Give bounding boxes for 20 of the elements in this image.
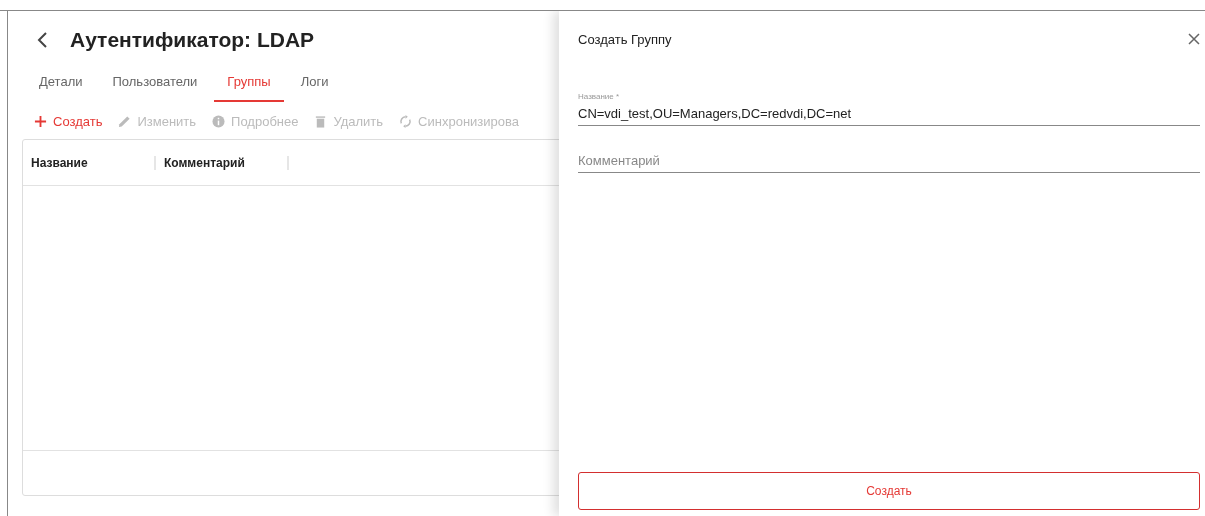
- field-label: Название *: [578, 92, 621, 101]
- toolbar-button[interactable]: Создать: [28, 108, 109, 135]
- tab[interactable]: Детали: [26, 68, 96, 102]
- tab[interactable]: Пользователи: [99, 68, 211, 102]
- info-icon: [212, 115, 226, 128]
- panel-title: Создать Группу: [578, 31, 672, 47]
- input-field[interactable]: Комментарий: [578, 150, 1200, 173]
- column-header[interactable]: Комментарий: [164, 155, 289, 170]
- pencil-icon: [118, 115, 132, 128]
- back-icon[interactable]: [36, 31, 48, 49]
- tab[interactable]: Группы: [214, 68, 284, 102]
- create-button[interactable]: Создать: [578, 472, 1200, 510]
- plus-icon: [34, 115, 47, 128]
- sync-icon: [399, 115, 413, 128]
- trash-icon: [314, 115, 328, 128]
- close-icon[interactable]: [1188, 33, 1200, 45]
- tab[interactable]: Логи: [287, 68, 342, 102]
- column-header[interactable]: Название: [31, 155, 156, 170]
- input-field[interactable]: CN=vdi_test,OU=Managers,DC=redvdi,DC=net: [578, 103, 1200, 126]
- page-title: Аутентификатор: LDAP: [70, 28, 315, 52]
